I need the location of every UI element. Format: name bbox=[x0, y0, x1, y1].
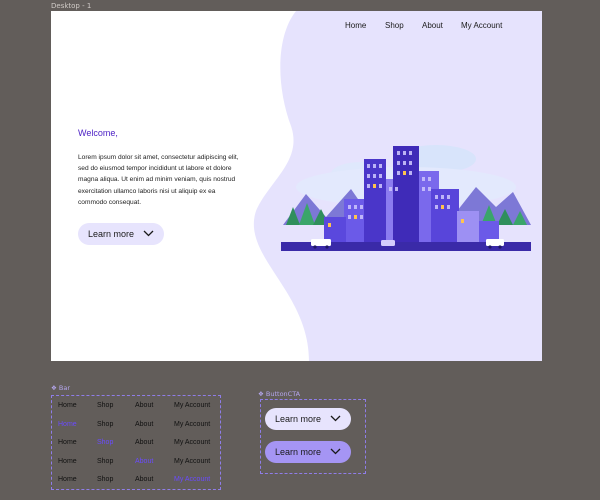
bar-item-shop[interactable]: Shop bbox=[97, 402, 113, 409]
bar-component-label: ❖ Bar bbox=[51, 384, 71, 392]
bar-item-about[interactable]: About bbox=[135, 439, 153, 446]
city-buildings-illustration bbox=[281, 145, 531, 251]
learn-more-button-default[interactable]: Learn more bbox=[265, 408, 351, 430]
learn-more-button[interactable]: Learn more bbox=[78, 223, 164, 245]
desktop-frame: Home Shop About My Account Welcome, Lore… bbox=[51, 11, 542, 361]
chevron-down-icon bbox=[330, 415, 341, 422]
bar-item-shop[interactable]: Shop bbox=[97, 439, 113, 446]
bar-item-shop[interactable]: Shop bbox=[97, 421, 113, 428]
bar-item-home[interactable]: Home bbox=[58, 439, 77, 446]
learn-more-label: Learn more bbox=[275, 447, 322, 457]
frame-label: Desktop - 1 bbox=[51, 2, 92, 10]
learn-more-button-hover[interactable]: Learn more bbox=[265, 441, 351, 463]
bar-item-about[interactable]: About bbox=[135, 476, 153, 483]
bar-item-my-account[interactable]: My Account bbox=[174, 458, 210, 465]
learn-more-label: Learn more bbox=[275, 414, 322, 424]
nav-shop-link[interactable]: Shop bbox=[385, 21, 404, 30]
bar-item-about[interactable]: About bbox=[135, 402, 153, 409]
bar-item-about[interactable]: About bbox=[135, 421, 153, 428]
bar-item-home[interactable]: Home bbox=[58, 458, 77, 465]
bar-item-home[interactable]: Home bbox=[58, 421, 77, 428]
top-nav-bar: Home Shop About My Account bbox=[51, 21, 542, 33]
bar-item-shop[interactable]: Shop bbox=[97, 476, 113, 483]
bar-item-my-account[interactable]: My Account bbox=[174, 402, 210, 409]
bar-item-my-account[interactable]: My Account bbox=[174, 476, 210, 483]
chevron-down-icon bbox=[143, 230, 154, 237]
nav-my-account-link[interactable]: My Account bbox=[461, 21, 502, 30]
bar-item-shop[interactable]: Shop bbox=[97, 458, 113, 465]
chevron-down-icon bbox=[330, 448, 341, 455]
hero-body-text: Lorem ipsum dolor sit amet, consectetur … bbox=[78, 154, 239, 206]
nav-about-link[interactable]: About bbox=[422, 21, 443, 30]
buttoncta-component-label: ❖ ButtonCTA bbox=[258, 390, 301, 398]
bar-item-my-account[interactable]: My Account bbox=[174, 439, 210, 446]
bar-item-home[interactable]: Home bbox=[58, 476, 77, 483]
bar-item-my-account[interactable]: My Account bbox=[174, 421, 210, 428]
nav-home-link[interactable]: Home bbox=[345, 21, 366, 30]
learn-more-label: Learn more bbox=[88, 229, 135, 239]
bar-item-home[interactable]: Home bbox=[58, 402, 77, 409]
bar-item-about[interactable]: About bbox=[135, 458, 153, 465]
welcome-heading: Welcome, bbox=[78, 128, 118, 138]
